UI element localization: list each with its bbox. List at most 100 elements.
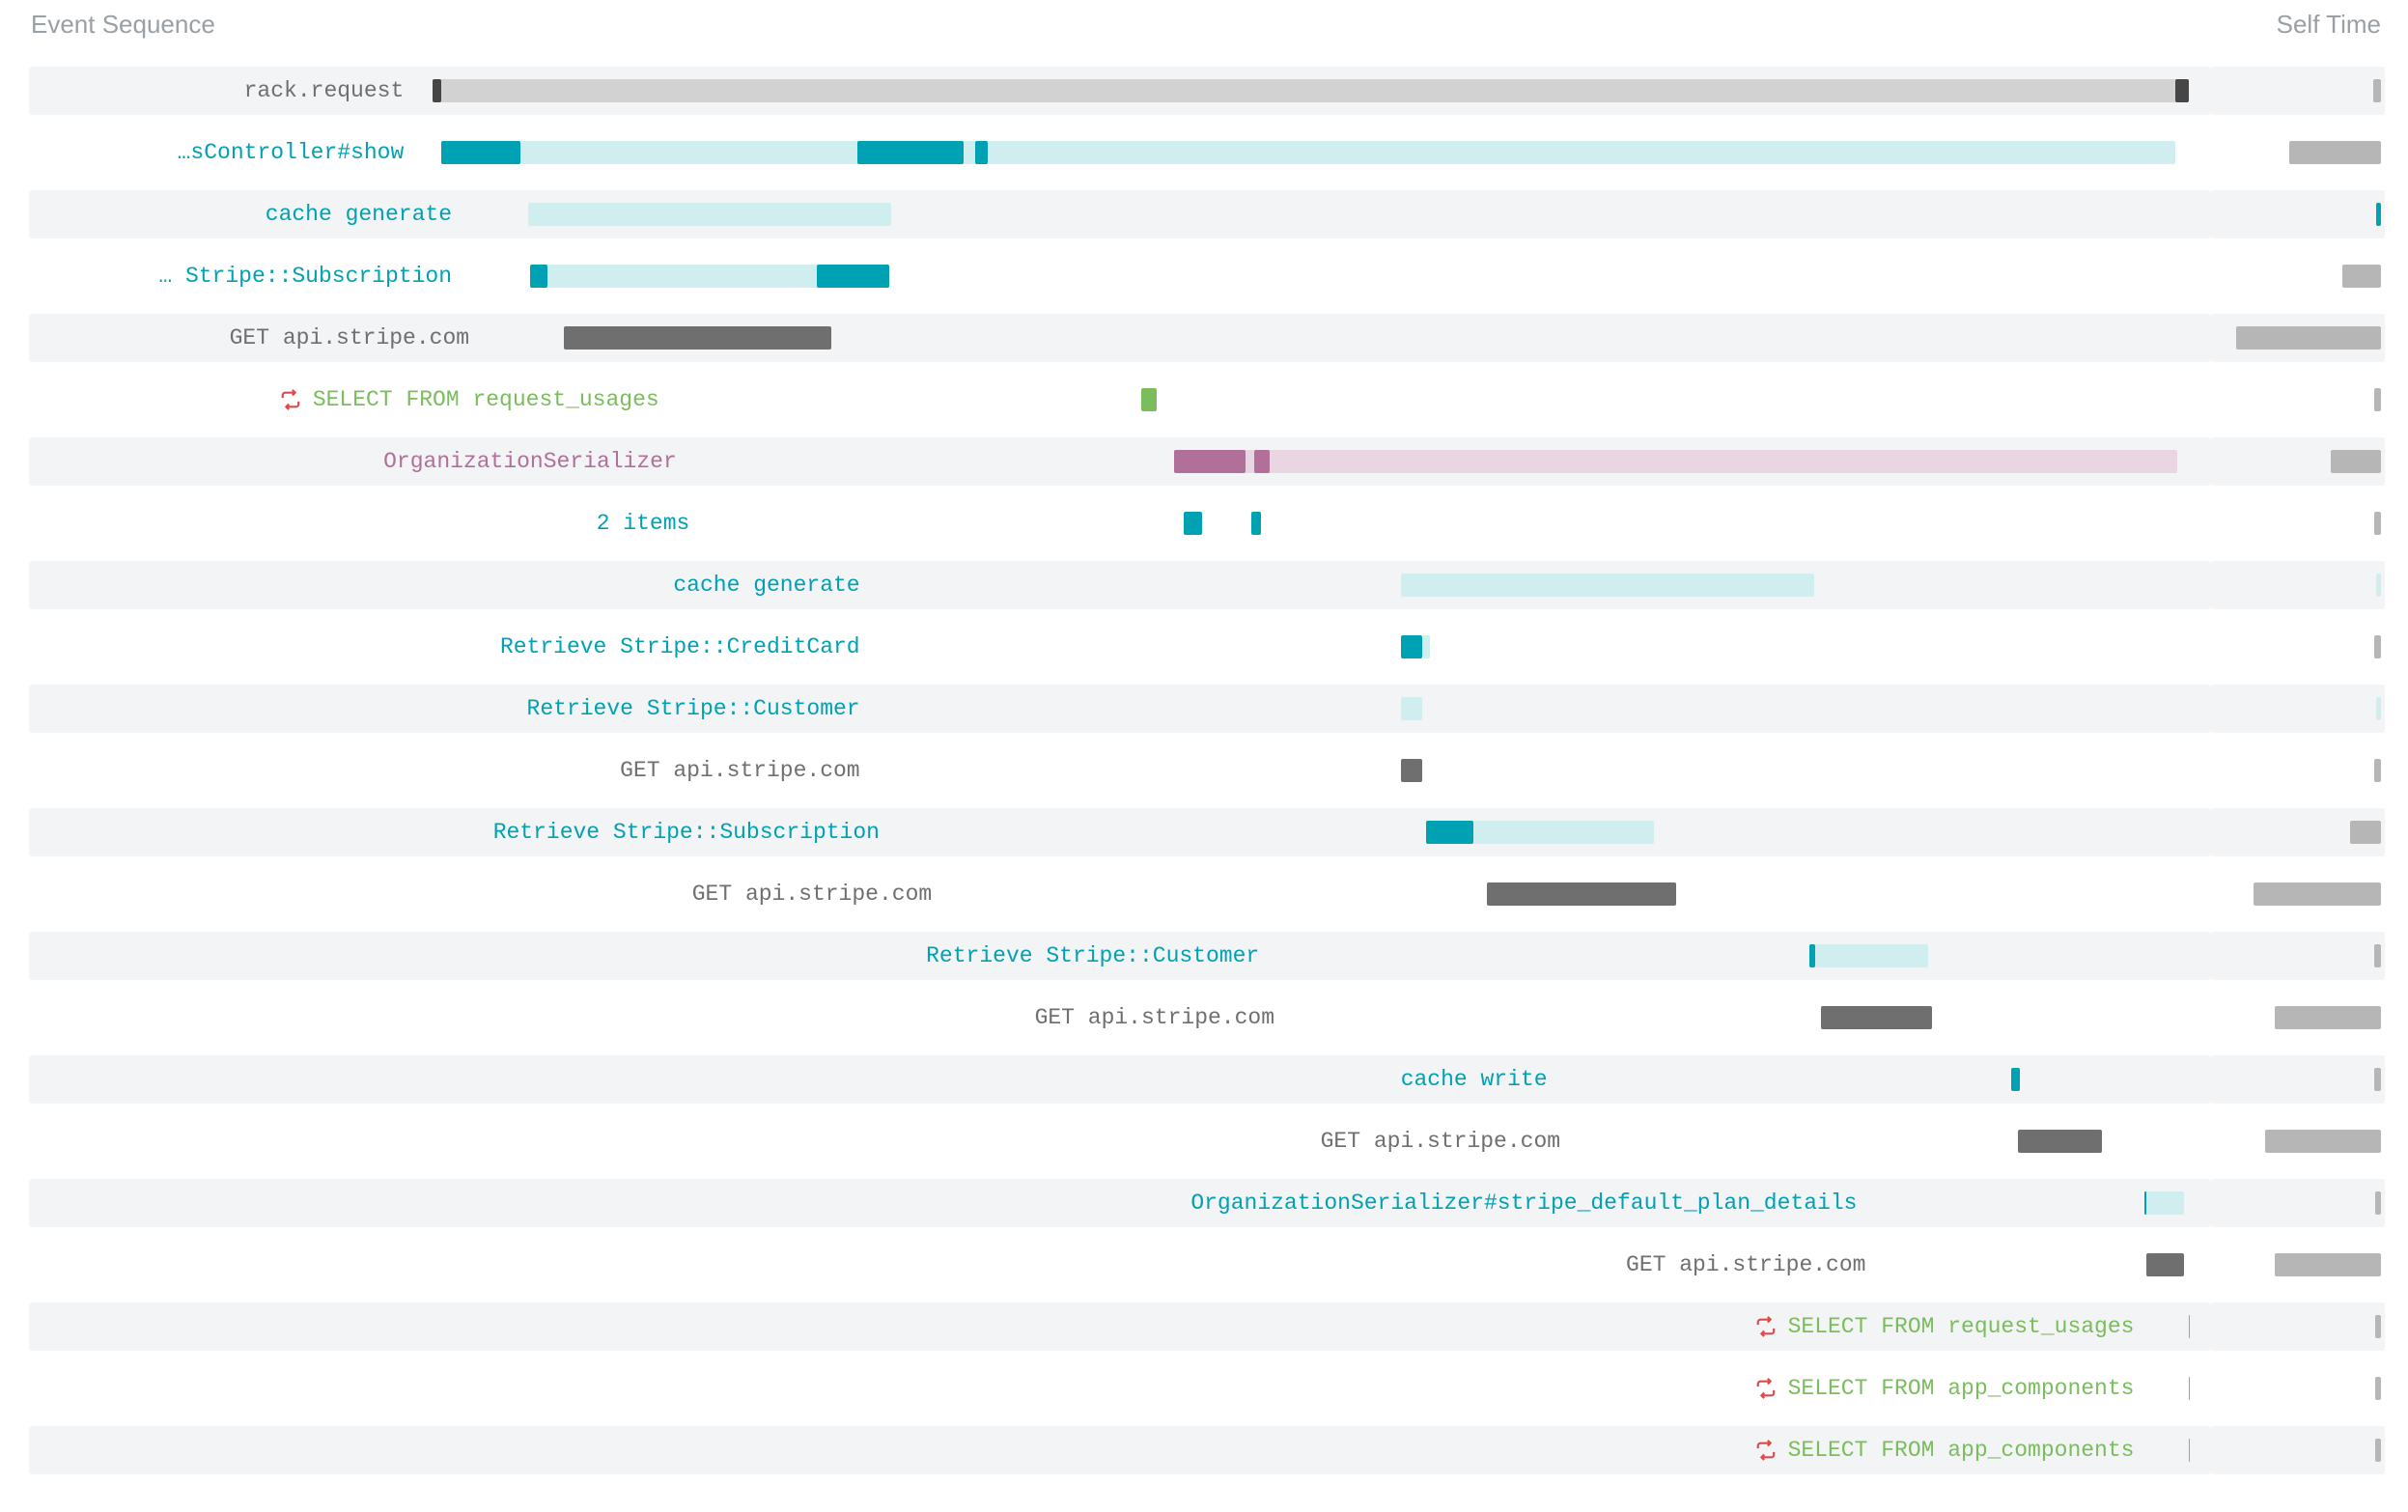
trace-row-get-stripe-6[interactable]: GET api.stripe.com: [29, 1241, 2379, 1289]
trace-row-rack-request[interactable]: rack.request: [29, 67, 2379, 115]
timeline-bar[interactable]: [1184, 512, 1203, 535]
trace-row-cache-write[interactable]: cache write: [29, 1055, 2379, 1104]
trace-row-retrieve-customer-1[interactable]: Retrieve Stripe::Customer: [29, 685, 2379, 733]
self-time-bar[interactable]: [2374, 1068, 2381, 1091]
trace-row-retrieve-customer-2[interactable]: Retrieve Stripe::Customer: [29, 932, 2379, 980]
trace-row-retrieve-subscription-2[interactable]: Retrieve Stripe::Subscription: [29, 808, 2379, 856]
self-time-bar[interactable]: [2275, 1253, 2381, 1276]
self-time-bar[interactable]: [2375, 1439, 2381, 1462]
self-time-bar[interactable]: [2350, 821, 2381, 844]
timeline-bar[interactable]: [433, 79, 2189, 102]
timeline-bar[interactable]: [1174, 450, 1246, 473]
self-time-bar[interactable]: [2374, 635, 2381, 658]
timeline-bar[interactable]: [975, 141, 988, 164]
row-label[interactable]: rack.request: [29, 67, 417, 115]
row-label[interactable]: SELECT FROM app_components: [29, 1364, 2147, 1413]
trace-row-get-stripe-3[interactable]: GET api.stripe.com: [29, 870, 2379, 918]
timeline-bar[interactable]: [857, 141, 963, 164]
self-time-bar[interactable]: [2376, 203, 2381, 226]
timeline-bar[interactable]: [2011, 1068, 2020, 1091]
self-time-bar[interactable]: [2376, 697, 2381, 720]
timeline-bar[interactable]: [433, 79, 441, 102]
timeline-bar[interactable]: [1174, 450, 2177, 473]
self-time-bar[interactable]: [2254, 882, 2381, 906]
timeline-bar[interactable]: [2144, 1191, 2146, 1215]
timeline-bar[interactable]: [817, 265, 888, 288]
row-label[interactable]: Retrieve Stripe::Customer: [29, 685, 874, 733]
trace-row-sql-app-components-1[interactable]: SELECT FROM app_components: [29, 1364, 2379, 1413]
trace-row-get-stripe-4[interactable]: GET api.stripe.com: [29, 994, 2379, 1042]
trace-row-get-stripe-2[interactable]: GET api.stripe.com: [29, 746, 2379, 795]
timeline-bar[interactable]: [2175, 79, 2190, 102]
timeline-bar[interactable]: [1821, 1006, 1933, 1029]
trace-row-cache-generate-2[interactable]: cache generate: [29, 561, 2379, 609]
timeline-bar[interactable]: [1487, 882, 1676, 906]
timeline-bar[interactable]: [441, 141, 2175, 164]
timeline-bar[interactable]: [1254, 450, 1269, 473]
row-label[interactable]: 2 items: [29, 499, 703, 547]
timeline-bar[interactable]: [2146, 1253, 2183, 1276]
timeline-bar[interactable]: [528, 203, 890, 226]
row-label[interactable]: GET api.stripe.com: [29, 1117, 1574, 1165]
timeline-bar[interactable]: [1401, 697, 1422, 720]
row-label[interactable]: Retrieve Stripe::CreditCard: [29, 623, 874, 671]
row-label[interactable]: Retrieve Stripe::Customer: [29, 932, 1273, 980]
row-label[interactable]: Retrieve Stripe::Subscription: [29, 808, 893, 856]
row-label[interactable]: cache generate: [29, 561, 874, 609]
self-time-bar[interactable]: [2265, 1130, 2381, 1153]
self-time-bar[interactable]: [2289, 141, 2381, 164]
row-label[interactable]: GET api.stripe.com: [29, 1241, 1879, 1289]
timeline-bar[interactable]: [1401, 759, 1422, 782]
trace-row-retrieve-creditcard[interactable]: Retrieve Stripe::CreditCard: [29, 623, 2379, 671]
row-label[interactable]: OrganizationSerializer#stripe_default_pl…: [29, 1179, 1870, 1227]
timeline-bar[interactable]: [2018, 1130, 2102, 1153]
timeline-bar[interactable]: [1809, 944, 1816, 967]
trace-row-get-stripe-5[interactable]: GET api.stripe.com: [29, 1117, 2379, 1165]
timeline-bar[interactable]: [1401, 635, 1422, 658]
self-time-bar[interactable]: [2374, 759, 2381, 782]
row-label[interactable]: SELECT FROM request_usages: [29, 1302, 2147, 1351]
timeline-bar[interactable]: [1422, 635, 1430, 658]
row-label[interactable]: GET api.stripe.com: [29, 870, 945, 918]
trace-row-get-stripe-1[interactable]: GET api.stripe.com: [29, 314, 2379, 362]
self-time-bar[interactable]: [2374, 944, 2381, 967]
timeline-bar[interactable]: [1141, 388, 1157, 411]
timeline-bar[interactable]: [1251, 512, 1262, 535]
timeline-bar[interactable]: [1401, 574, 1814, 597]
row-label[interactable]: SELECT FROM app_components: [29, 1426, 2147, 1474]
self-time-bar[interactable]: [2375, 1191, 2381, 1215]
self-time-bar[interactable]: [2375, 1315, 2381, 1338]
timeline-bar[interactable]: [441, 141, 520, 164]
timeline-bar[interactable]: [1809, 944, 1928, 967]
self-time-bar[interactable]: [2375, 1377, 2381, 1400]
row-label[interactable]: GET api.stripe.com: [29, 746, 874, 795]
timeline-bar[interactable]: [2144, 1191, 2184, 1215]
row-label[interactable]: GET api.stripe.com: [29, 994, 1288, 1042]
self-time-bar[interactable]: [2376, 574, 2381, 597]
trace-row-org-serializer[interactable]: OrganizationSerializer: [29, 437, 2379, 486]
trace-row-sql-request-usages-1[interactable]: SELECT FROM request_usages: [29, 376, 2379, 424]
row-label[interactable]: SELECT FROM request_usages: [29, 376, 673, 424]
self-time-bar[interactable]: [2236, 326, 2381, 350]
self-time-bar[interactable]: [2275, 1006, 2381, 1029]
self-time-bar[interactable]: [2342, 265, 2381, 288]
self-time-bar[interactable]: [2374, 388, 2381, 411]
trace-row-sql-request-usages-2[interactable]: SELECT FROM request_usages: [29, 1302, 2379, 1351]
timeline-bar[interactable]: [564, 326, 831, 350]
row-label[interactable]: cache generate: [29, 190, 465, 238]
timeline-bar[interactable]: [1426, 821, 1473, 844]
trace-row-sql-app-components-2[interactable]: SELECT FROM app_components: [29, 1426, 2379, 1474]
trace-row-two-items[interactable]: 2 items: [29, 499, 2379, 547]
trace-row-stripe-subscription-1[interactable]: … Stripe::Subscription: [29, 252, 2379, 300]
self-time-bar[interactable]: [2331, 450, 2381, 473]
self-time-bar[interactable]: [2373, 79, 2381, 102]
row-label[interactable]: GET api.stripe.com: [29, 314, 483, 362]
row-label[interactable]: OrganizationSerializer: [29, 437, 690, 486]
self-time-bar[interactable]: [2374, 512, 2381, 535]
trace-row-org-serializer-stripe[interactable]: OrganizationSerializer#stripe_default_pl…: [29, 1179, 2379, 1227]
trace-row-controller-show[interactable]: …sController#show: [29, 128, 2379, 177]
row-label[interactable]: cache write: [29, 1055, 1561, 1104]
row-label[interactable]: …sController#show: [29, 128, 417, 177]
trace-row-cache-generate-1[interactable]: cache generate: [29, 190, 2379, 238]
timeline-bar[interactable]: [530, 265, 547, 288]
